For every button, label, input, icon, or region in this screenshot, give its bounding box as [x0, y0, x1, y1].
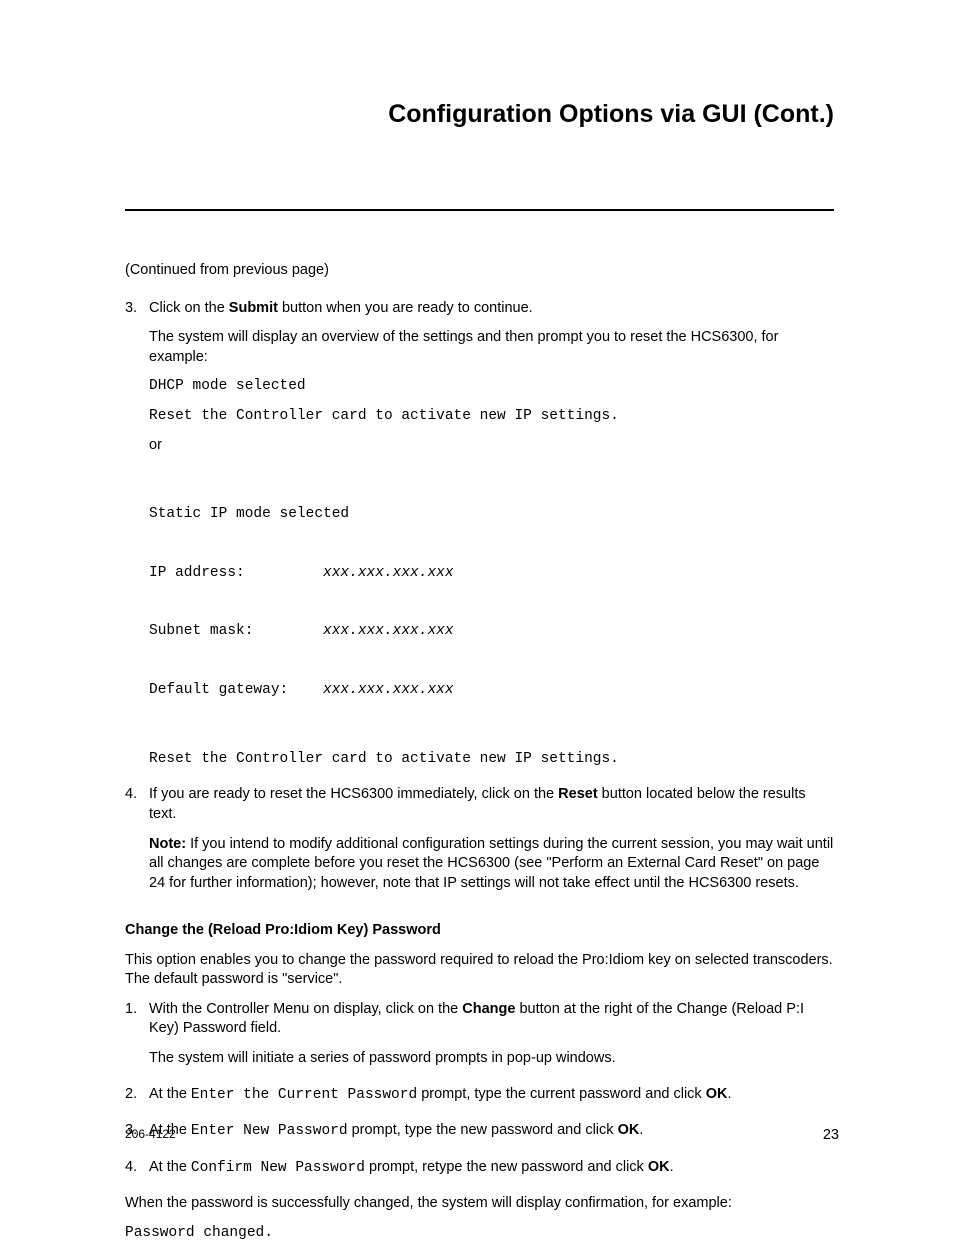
ok-bold: OK — [706, 1086, 728, 1102]
step-number: 4. — [125, 785, 149, 903]
substep-1: 1. With the Controller Menu on display, … — [125, 1000, 834, 1079]
static-output-reset: Reset the Controller card to activate ne… — [149, 750, 834, 770]
step-number: 3. — [125, 299, 149, 780]
step-number: 4. — [125, 1158, 149, 1189]
dhcp-output-line-2: Reset the Controller card to activate ne… — [149, 407, 834, 427]
title-divider — [125, 209, 834, 211]
step-3-line-2: The system will display an overview of t… — [149, 328, 834, 367]
dhcp-output-line-1: DHCP mode selected — [149, 377, 834, 397]
step-number: 2. — [125, 1085, 149, 1116]
default-gateway-value: xxx.xxx.xxx.xxx — [323, 682, 454, 698]
substep-2-text: At the Enter the Current Password prompt… — [149, 1085, 834, 1106]
password-changed-output: Password changed. — [125, 1224, 834, 1243]
ok-bold: OK — [648, 1159, 670, 1175]
substep-2: 2. At the Enter the Current Password pro… — [125, 1085, 834, 1116]
step-number: 1. — [125, 1000, 149, 1079]
step-4-line-1: If you are ready to reset the HCS6300 im… — [149, 785, 834, 824]
change-password-heading: Change the (Reload Pro:Idiom Key) Passwo… — [125, 921, 834, 941]
reset-bold: Reset — [558, 786, 598, 802]
confirm-password-prompt: Confirm New Password — [191, 1160, 365, 1176]
substep-1-line-1: With the Controller Menu on display, cli… — [149, 1000, 834, 1039]
page-number: 23 — [823, 1127, 839, 1143]
substep-4-text: At the Confirm New Password prompt, rety… — [149, 1158, 834, 1179]
body-content: (Continued from previous page) 3. Click … — [125, 261, 834, 1243]
submit-bold: Submit — [229, 300, 278, 316]
note-label: Note: — [149, 836, 186, 852]
substep-4: 4. At the Confirm New Password prompt, r… — [125, 1158, 834, 1189]
subnet-mask-value: xxx.xxx.xxx.xxx — [323, 623, 454, 639]
step-3: 3. Click on the Submit button when you a… — [125, 299, 834, 780]
ip-address-value: xxx.xxx.xxx.xxx — [323, 565, 454, 581]
page-footer: 206-4122 23 — [125, 1127, 839, 1143]
document-number: 206-4122 — [125, 1127, 176, 1143]
step-3-line-1: Click on the Submit button when you are … — [149, 299, 834, 319]
substep-1-line-2: The system will initiate a series of pas… — [149, 1049, 834, 1069]
continued-note: (Continued from previous page) — [125, 261, 834, 281]
static-output: Static IP mode selected IP address: xxx.… — [149, 466, 834, 740]
step-4-note: Note: If you intend to modify additional… — [149, 835, 834, 894]
closing-text: When the password is successfully change… — [125, 1194, 834, 1214]
change-bold: Change — [462, 1001, 515, 1017]
change-password-intro: This option enables you to change the pa… — [125, 951, 834, 990]
current-password-prompt: Enter the Current Password — [191, 1087, 417, 1103]
or-text: or — [149, 436, 834, 456]
page-title: Configuration Options via GUI (Cont.) — [125, 100, 834, 129]
step-4: 4. If you are ready to reset the HCS6300… — [125, 785, 834, 903]
